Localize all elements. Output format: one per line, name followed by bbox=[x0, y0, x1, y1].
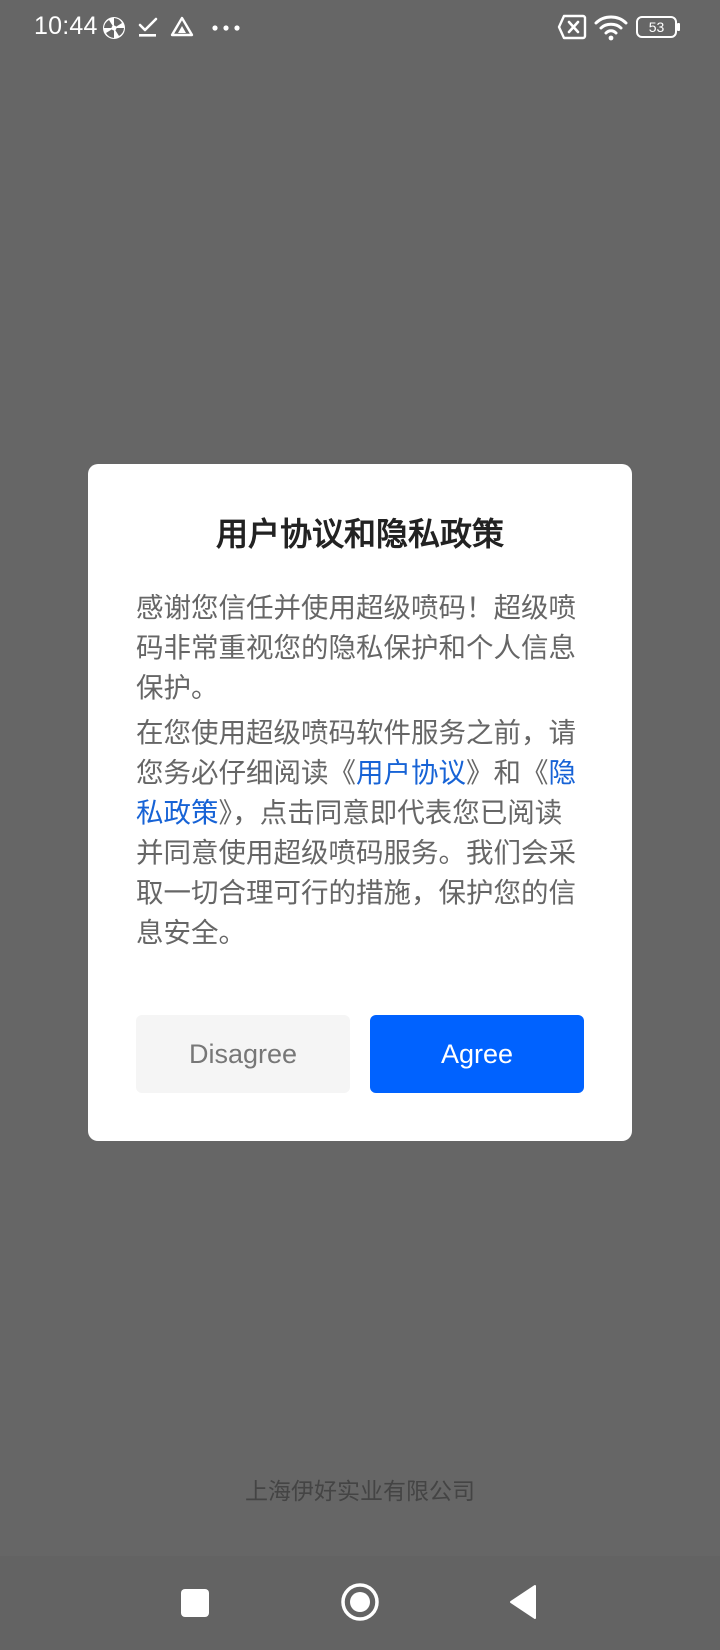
battery-icon: 53 bbox=[636, 16, 680, 38]
pinwheel-icon bbox=[103, 17, 125, 39]
privacy-dialog: 用户协议和隐私政策 感谢您信任并使用超级喷码！超级喷码非常重视您的隐私保护和个人… bbox=[88, 464, 632, 1141]
dialog-body: 感谢您信任并使用超级喷码！超级喷码非常重视您的隐私保护和个人信息保护。 在您使用… bbox=[136, 588, 585, 958]
navigation-bar bbox=[0, 1556, 720, 1650]
user-agreement-link[interactable]: 用户协议 bbox=[356, 757, 466, 789]
home-circle-icon[interactable] bbox=[340, 1582, 380, 1622]
drive-icon bbox=[170, 16, 194, 37]
more-dots-icon[interactable] bbox=[212, 24, 240, 32]
battery-level: 53 bbox=[648, 19, 665, 35]
recents-square-icon[interactable] bbox=[180, 1588, 210, 1618]
terms-middle: 》和《 bbox=[466, 757, 549, 789]
dialog-terms-text: 在您使用超级喷码软件服务之前，请您务必仔细阅读《用户协议》和《隐私政策》，点击同… bbox=[136, 713, 585, 953]
no-sim-icon bbox=[557, 14, 587, 40]
dialog-title: 用户协议和隐私政策 bbox=[215, 515, 504, 553]
disagree-button[interactable]: Disagree bbox=[136, 1015, 350, 1093]
back-triangle-icon[interactable] bbox=[508, 1584, 538, 1620]
status-bar: 10:44 53 bbox=[0, 0, 720, 52]
download-done-icon bbox=[138, 17, 158, 37]
status-time: 10:44 bbox=[34, 12, 98, 40]
wifi-icon bbox=[594, 15, 628, 41]
company-name: 上海伊好实业有限公司 bbox=[245, 1479, 475, 1505]
dialog-intro-text: 感谢您信任并使用超级喷码！超级喷码非常重视您的隐私保护和个人信息保护。 bbox=[136, 592, 576, 704]
agree-button[interactable]: Agree bbox=[370, 1015, 584, 1093]
